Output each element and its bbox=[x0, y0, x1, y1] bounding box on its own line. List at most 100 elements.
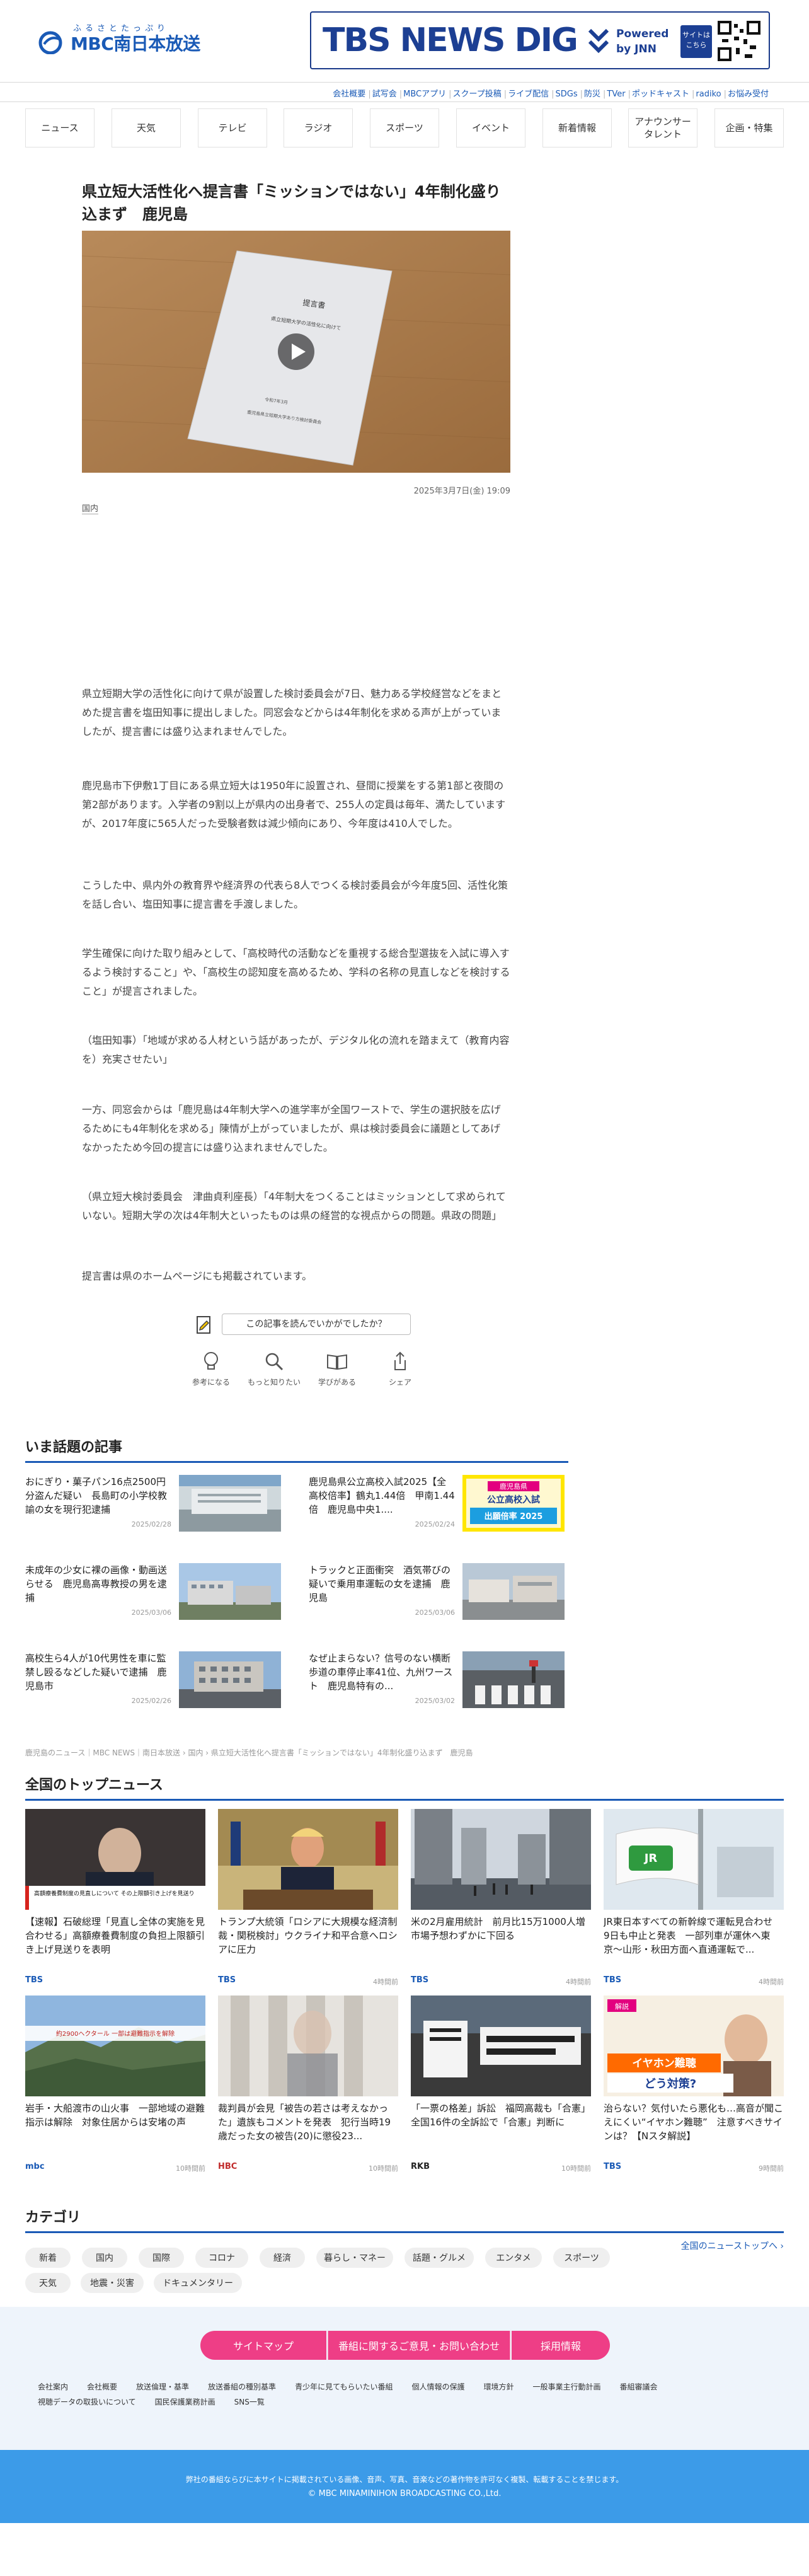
utility-link[interactable]: ライブ配信 bbox=[508, 90, 549, 99]
footer-link[interactable]: 番組審議会 bbox=[620, 2383, 658, 2391]
image-caption-top: 解説 bbox=[615, 2002, 629, 2011]
top-news-card[interactable]: 約2900ヘクタール 一部は避難指示を解除 岩手・大船渡市の山火事 一部地域の避… bbox=[25, 1996, 205, 2176]
share-icon bbox=[394, 1351, 406, 1370]
utility-link[interactable]: radiko bbox=[696, 90, 721, 99]
reaction-learned[interactable]: 学びがある bbox=[309, 1350, 365, 1387]
separator: | bbox=[399, 90, 403, 99]
utility-link[interactable]: スクープ投稿 bbox=[452, 90, 501, 99]
top-news-card[interactable]: 解説 イヤホン難聴 どう対策? 治らない？気付いたら悪化も…高音が聞こえにくい“… bbox=[604, 1996, 784, 2176]
top-news-card[interactable]: 「一票の格差」訴訟 福岡高裁も「合憲」 全国16件の全訴訟で「合憲」判断に RK… bbox=[411, 1996, 591, 2176]
recruit-button[interactable]: 採用情報 bbox=[512, 2331, 610, 2360]
trending-item[interactable]: なぜ止まらない？信号のない横断歩道の車停止率41位、九州ワースト 鹿児島特有の.… bbox=[309, 1651, 674, 1712]
top-news-card[interactable]: JR JR東日本すべての新幹線で運転見合わせ 9日も中止と発表 一部列車が運休へ… bbox=[604, 1809, 784, 1989]
top-news-source: mbc bbox=[25, 2162, 45, 2171]
utility-link[interactable]: MBCアプリ bbox=[403, 90, 446, 99]
reaction-label: 学びがある bbox=[318, 1378, 356, 1387]
feedback-button[interactable]: この記事を読んでいかがでしたか？ bbox=[222, 1314, 411, 1335]
footer-link[interactable]: 会社概要 bbox=[87, 2383, 117, 2391]
copyright: © MBC MINAMINIHON BROADCASTING CO.,Ltd. bbox=[307, 2489, 502, 2498]
top-news-title: 「一票の格差」訴訟 福岡高裁も「合憲」 全国16件の全訴訟で「合憲」判断に bbox=[411, 2103, 591, 2128]
article-paragraph: 学生確保に向けた取り組みとして、「高校時代の活動などを重視する総合型選抜を入試に… bbox=[82, 947, 510, 997]
footer-link[interactable]: SNS一覧 bbox=[234, 2398, 265, 2406]
category-pill[interactable]: スポーツ bbox=[553, 2248, 610, 2268]
image-caption: 高額療養費制度の見直しについて その上限額引き上げを見送り bbox=[34, 1890, 195, 1897]
nav-item[interactable]: ニュース bbox=[25, 108, 95, 147]
site-header: ふるさとたっぷり MBC南日本放送 TBS NEWS DIG Powered b… bbox=[0, 0, 809, 76]
top-news-image: 解説 イヤホン難聴 どう対策? bbox=[604, 1996, 784, 2096]
trending-item[interactable]: トラックと正面衝突 酒気帯びの疑いで乗用車運転の女を逮捕 鹿児島 2025/03… bbox=[309, 1563, 674, 1624]
footer-link[interactable]: 放送番組の種別基準 bbox=[208, 2383, 276, 2391]
share-button[interactable]: シェア bbox=[372, 1350, 428, 1387]
top-news-title: 岩手・大船渡市の山火事 一部地域の避難指示は解除 対象住居からは安堵の声 bbox=[25, 2103, 205, 2128]
article-date: 2025年3月7日(金) 19:09 bbox=[413, 487, 510, 496]
utility-link[interactable]: 会社概要 bbox=[333, 90, 365, 99]
reaction-want-more[interactable]: もっと知りたい bbox=[246, 1350, 302, 1387]
top-news-title: 治らない？気付いたら悪化も…高音が聞こえにくい“イヤホン難聴” 注意すべきサイン… bbox=[604, 2103, 784, 2142]
top-news-card[interactable]: 高額療養費制度の見直しについて その上限額引き上げを見送り 【速報】石破総理「見… bbox=[25, 1809, 205, 1989]
category-pill[interactable]: 天気 bbox=[25, 2273, 71, 2293]
utility-link[interactable]: SDGs bbox=[556, 90, 578, 99]
footer-link[interactable]: 会社案内 bbox=[38, 2383, 68, 2391]
more-national-news-link[interactable]: 全国のニューストップへ › bbox=[681, 2239, 784, 2252]
footer-link[interactable]: 放送倫理・基準 bbox=[136, 2383, 189, 2391]
category-pill[interactable]: 話題・グルメ bbox=[404, 2248, 474, 2268]
footer-link[interactable]: 国民保護業務計画 bbox=[155, 2398, 215, 2406]
breadcrumb[interactable]: 鹿児島のニュース｜MBC NEWS｜南日本放送 › 国内 › 県立短大活性化へ提… bbox=[25, 1747, 473, 1758]
category-pill[interactable]: 新着 bbox=[25, 2248, 71, 2268]
top-news-card[interactable]: 裁判員が会見「被告の若さは考えなかった」遺族もコメントを発表 犯行当時19歳だっ… bbox=[218, 1996, 398, 2176]
footer-link[interactable]: 視聴データの取扱いについて bbox=[38, 2398, 136, 2406]
top-news-card[interactable]: 米の2月雇用統計 前月比15万1000人増 市場予想わずかに下回る TBS 4時… bbox=[411, 1809, 591, 1989]
category-pill[interactable]: 国際 bbox=[139, 2248, 184, 2268]
article-category-link[interactable]: 国内 bbox=[82, 502, 99, 514]
separator: | bbox=[449, 90, 452, 99]
nav-item[interactable]: 天気 bbox=[112, 108, 181, 147]
footer-link[interactable]: 一般事業主行動計画 bbox=[533, 2383, 601, 2391]
footer-link[interactable]: 個人情報の保護 bbox=[411, 2383, 464, 2391]
play-icon[interactable] bbox=[277, 333, 315, 371]
utility-link[interactable]: ポッドキャスト bbox=[632, 90, 689, 99]
top-news-card[interactable]: トランプ大統領「ロシアに大規模な経済制裁・関税検討」ウクライナ和平合意へロシアに… bbox=[218, 1809, 398, 1989]
article-video[interactable]: 提言書 県立短期大学の活性化に向けて 令和7年3月 鹿児島県立短期大学あり方検討… bbox=[82, 231, 510, 473]
category-pill[interactable]: エンタメ bbox=[485, 2248, 542, 2268]
trending-date: 2025/02/26 bbox=[131, 1697, 171, 1705]
nav-item[interactable]: イベント bbox=[456, 108, 525, 147]
nav-item[interactable]: アナウンサー タレント bbox=[628, 108, 697, 147]
article-paragraph: （県立短大検討委員会 津曲貞利座長）「4年制大をつくることはミッションとして求め… bbox=[82, 1191, 506, 1222]
utility-link[interactable]: 試写会 bbox=[372, 90, 397, 99]
trending-date: 2025/02/28 bbox=[131, 1520, 171, 1528]
badge-mid: 公立高校入試 bbox=[487, 1494, 540, 1505]
footer-link[interactable]: 青少年に見てもらいたい番組 bbox=[295, 2383, 393, 2391]
article-paragraph: 県立短期大学の活性化に向けて県が設置した検討委員会が7日、魅力ある学校経営などを… bbox=[82, 688, 502, 737]
footer-link[interactable]: 環境方針 bbox=[483, 2383, 514, 2391]
trending-item[interactable]: 鹿児島県公立高校入試2025【全高校倍率】鶴丸1.44倍 甲南1.44倍 鹿児島… bbox=[309, 1475, 674, 1535]
footer-links-row: 視聴データの取扱いについて 国民保護業務計画 SNS一覧 bbox=[38, 2396, 781, 2407]
nav-item[interactable]: 新着情報 bbox=[542, 108, 612, 147]
category-pill[interactable]: 国内 bbox=[82, 2248, 127, 2268]
nav-item[interactable]: スポーツ bbox=[370, 108, 439, 147]
sitemap-button[interactable]: サイトマップ bbox=[200, 2331, 326, 2360]
top-news-image: 高額療養費制度の見直しについて その上限額引き上げを見送り bbox=[25, 1809, 205, 1910]
category-pill[interactable]: 地震・災害 bbox=[81, 2273, 144, 2293]
badge-bot: 出願倍率 2025 bbox=[485, 1511, 543, 1522]
category-pill[interactable]: コロナ bbox=[195, 2248, 248, 2268]
dig-site-label: サイトは こちら bbox=[680, 25, 712, 58]
document-pen-icon bbox=[197, 1316, 210, 1334]
utility-link[interactable]: お悩み受付 bbox=[728, 90, 769, 99]
utility-link[interactable]: 防災 bbox=[584, 90, 600, 99]
feedback-contact-button[interactable]: 番組に関するご意見・お問い合わせ bbox=[328, 2331, 510, 2360]
reaction-helpful[interactable]: 参考になる bbox=[183, 1350, 239, 1387]
category-pill[interactable]: 経済 bbox=[260, 2248, 305, 2268]
nav-item[interactable]: テレビ bbox=[198, 108, 267, 147]
nav-item[interactable]: 企画・特集 bbox=[714, 108, 784, 147]
utility-link[interactable]: TVer bbox=[607, 90, 625, 99]
mbc-logo[interactable]: ふるさとたっぷり MBC南日本放送 bbox=[38, 21, 202, 59]
trending-image bbox=[462, 1651, 565, 1708]
category-pill[interactable]: 暮らし・マネー bbox=[316, 2248, 393, 2268]
category-pill[interactable]: ドキュメンタリー bbox=[154, 2273, 242, 2293]
tbs-news-dig-banner[interactable]: TBS NEWS DIG Powered by JNN サイトは こちら bbox=[310, 11, 770, 69]
utility-links: 会社概要 | 試写会 | MBCアプリ | スクープ投稿 | ライブ配信 | SDGs | 防災 | TVe… bbox=[331, 87, 770, 99]
article-title: 県立短大活性化へ提言書「ミッションではない」4年制化盛り込まず 鹿児島 bbox=[82, 183, 501, 223]
top-news-source: TBS bbox=[218, 1975, 236, 1985]
nav-item[interactable]: ラジオ bbox=[284, 108, 353, 147]
top-news-image bbox=[218, 1996, 398, 2096]
